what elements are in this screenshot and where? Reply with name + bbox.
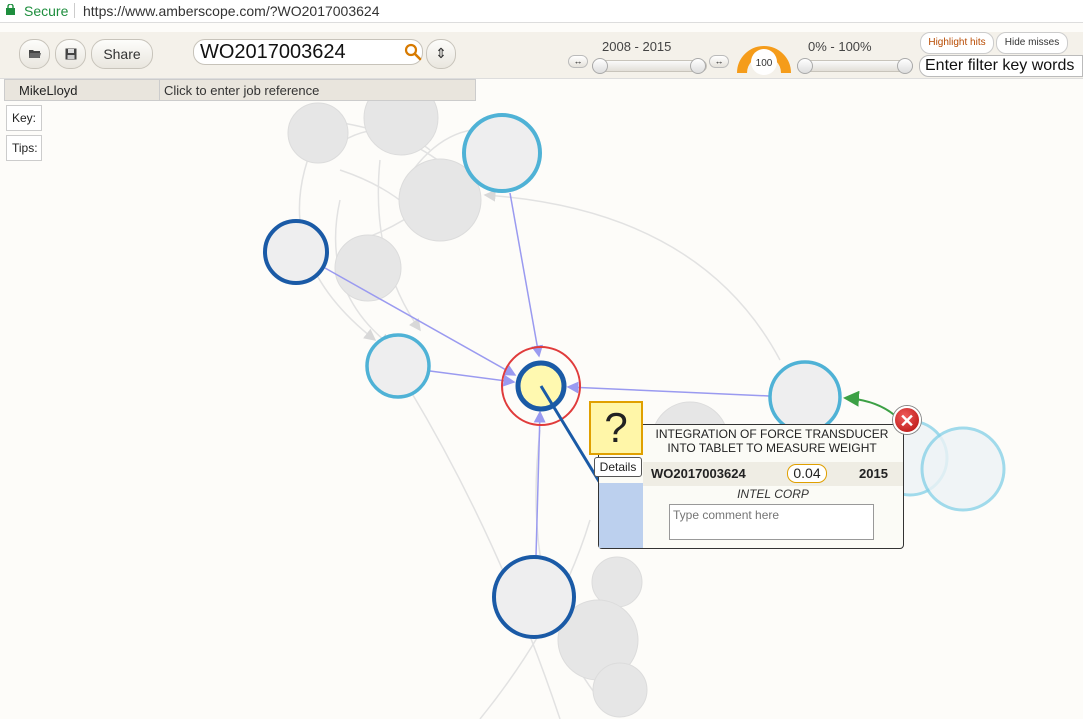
step-icon: ↔ <box>714 56 724 66</box>
year-range-right-step[interactable]: ↔ <box>709 55 729 68</box>
link <box>429 370 516 387</box>
ghost-links <box>298 115 781 719</box>
job-reference-field[interactable]: Click to enter job reference <box>164 83 319 98</box>
link <box>509 192 544 358</box>
patent-node-light[interactable] <box>768 360 842 434</box>
tips-tab-label: Tips: <box>12 141 38 155</box>
key-tab[interactable]: Key: <box>6 105 42 131</box>
search-value: WO2017003624 <box>200 41 346 63</box>
url-text[interactable]: https://www.amberscope.com/?WO2017003624 <box>83 3 380 19</box>
year-range-label: 2008 - 2015 <box>602 39 672 54</box>
ghost-node <box>334 234 402 302</box>
hide-misses-button[interactable]: Hide misses <box>996 32 1068 54</box>
question-mark-icon[interactable]: ? <box>589 401 643 455</box>
url-divider <box>74 3 75 18</box>
close-icon: ✕ <box>899 411 915 431</box>
filter-placeholder: Enter filter key words <box>925 57 1075 74</box>
focus-ring <box>501 346 581 426</box>
close-popup-button[interactable]: ✕ <box>893 406 921 434</box>
tips-tab[interactable]: Tips: <box>6 135 42 161</box>
highlight-hits-button[interactable]: Highlight hits <box>920 32 994 54</box>
filter-keywords-input[interactable]: Enter filter key words <box>919 55 1083 77</box>
patent-node-faded[interactable] <box>920 426 1006 512</box>
relevance-score: 0.04 <box>787 464 827 483</box>
patent-assignee: INTEL CORP <box>737 487 809 501</box>
link <box>324 267 517 376</box>
percent-range-end-handle[interactable] <box>897 58 913 74</box>
lock-icon <box>6 4 15 15</box>
patent-info-row: WO2017003624 0.04 2015 <box>643 462 903 486</box>
patent-title: INTEGRATION OF FORCE TRANSDUCER INTO TAB… <box>655 427 889 455</box>
green-link <box>843 390 901 421</box>
secure-label: Secure <box>24 3 69 19</box>
patent-year: 2015 <box>859 466 888 481</box>
ghost-node <box>592 662 648 718</box>
save-button[interactable] <box>55 39 86 69</box>
link <box>533 410 546 557</box>
folder-icon <box>28 50 41 58</box>
ghost-nodes <box>287 80 729 718</box>
gauge-value: 100 <box>756 58 773 69</box>
stepper-icon: ⇕ <box>435 45 447 61</box>
ghost-node <box>591 556 643 608</box>
comment-field[interactable] <box>669 504 874 540</box>
highlight-hits-label: Highlight hits <box>928 37 986 48</box>
step-icon: ↔ <box>573 56 583 66</box>
ghost-node <box>557 599 639 681</box>
username[interactable]: MikeLloyd <box>19 83 78 98</box>
ghost-node <box>398 158 482 242</box>
save-icon <box>65 48 76 60</box>
patent-node-dark[interactable] <box>492 555 576 639</box>
popup-color-stripe <box>599 483 643 548</box>
hide-misses-label: Hide misses <box>1004 37 1060 48</box>
percent-range-label: 0% - 100% <box>808 39 872 54</box>
userbar-divider <box>159 80 160 100</box>
relevance-gauge: 100 <box>737 46 791 75</box>
share-button[interactable]: Share <box>91 39 153 69</box>
patent-search-input[interactable]: WO2017003624 <box>193 39 423 65</box>
citation-graph[interactable] <box>0 0 1083 719</box>
share-label: Share <box>103 46 141 62</box>
link <box>566 381 770 397</box>
search-icon[interactable] <box>404 43 422 61</box>
browser-url-bar[interactable]: Secure https://www.amberscope.com/?WO201… <box>0 0 1083 23</box>
stepper-button[interactable]: ⇕ <box>426 39 456 69</box>
user-bar: MikeLloyd Click to enter job reference <box>4 79 476 101</box>
details-button[interactable]: Details <box>594 457 642 477</box>
ghost-node <box>287 102 349 164</box>
patent-node-dark[interactable] <box>263 219 329 285</box>
patent-node-light[interactable] <box>462 113 542 193</box>
patent-number[interactable]: WO2017003624 <box>651 466 746 481</box>
year-range-left-step[interactable]: ↔ <box>568 55 588 68</box>
percent-range-start-handle[interactable] <box>797 58 813 74</box>
key-tab-label: Key: <box>12 111 37 125</box>
patent-popup: INTEGRATION OF FORCE TRANSDUCER INTO TAB… <box>598 424 904 549</box>
patent-node-light[interactable] <box>365 333 431 399</box>
open-folder-button[interactable] <box>19 39 50 69</box>
percent-range-slider[interactable] <box>797 60 913 72</box>
year-range-start-handle[interactable] <box>592 58 608 74</box>
year-range-end-handle[interactable] <box>690 58 706 74</box>
focus-patent-node[interactable] <box>515 360 567 412</box>
